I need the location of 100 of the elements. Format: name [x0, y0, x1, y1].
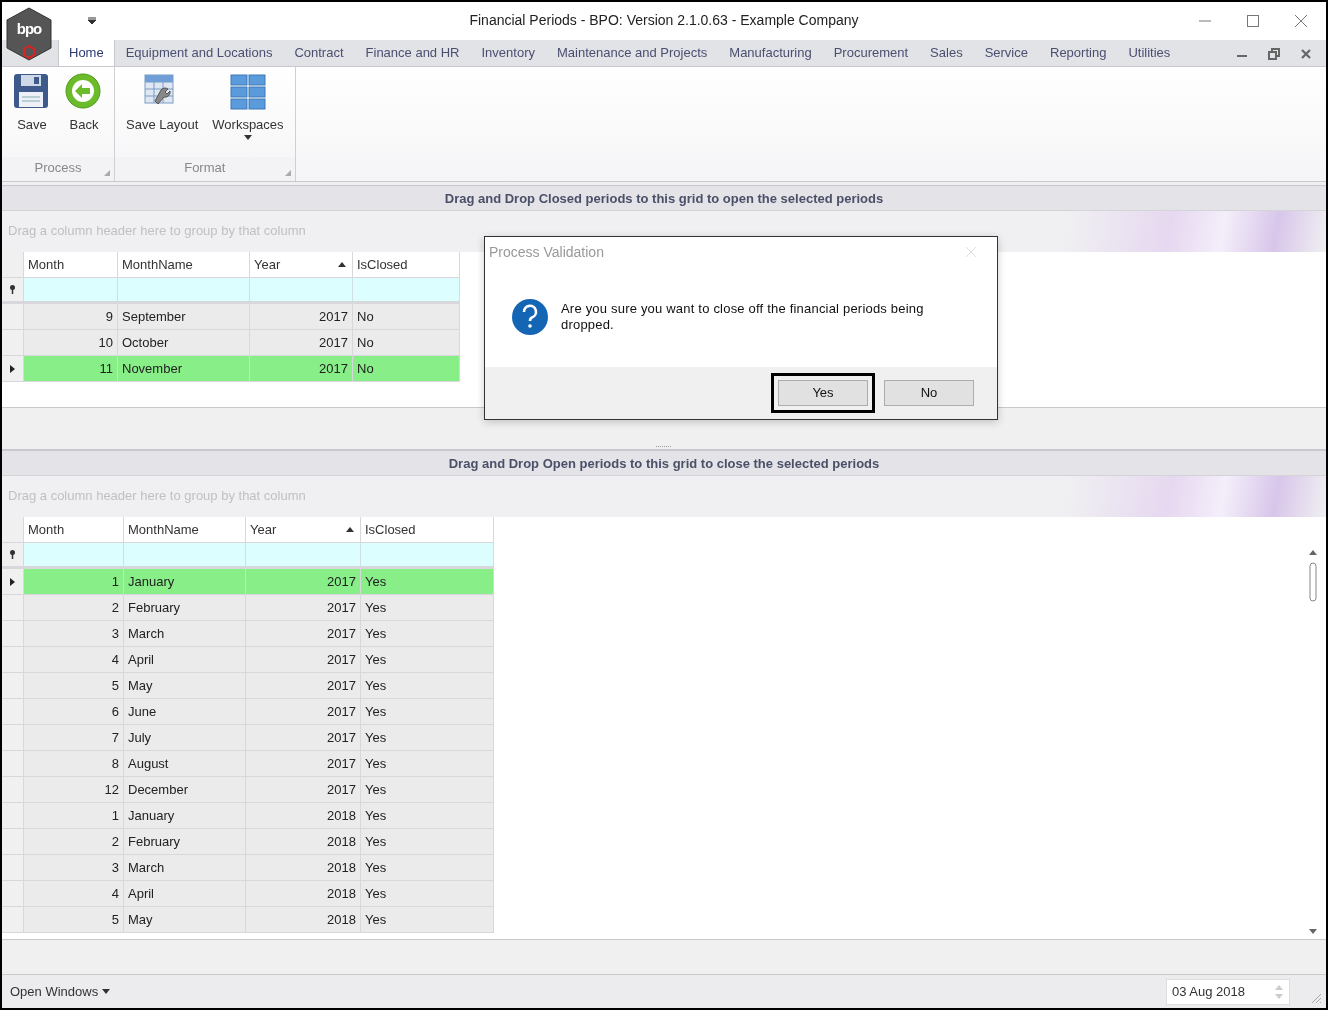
table-cell: Yes — [361, 907, 494, 933]
table-cell: 2017 — [246, 569, 361, 595]
launcher-icon[interactable] — [284, 170, 291, 176]
table-cell: 4 — [24, 647, 124, 673]
filter-cell[interactable] — [353, 278, 460, 304]
splitter-grip-icon[interactable] — [656, 444, 672, 448]
ribbon-tab[interactable]: Sales — [919, 38, 974, 66]
table-cell: 2017 — [246, 699, 361, 725]
table-cell: 8 — [24, 751, 124, 777]
launcher-icon[interactable] — [104, 170, 110, 176]
ribbon-button[interactable]: Save Layout — [121, 73, 204, 157]
table-cell: 2017 — [250, 304, 353, 330]
question-mark-icon — [511, 298, 549, 336]
caret-icon[interactable] — [87, 17, 97, 25]
table-cell: 2018 — [246, 855, 361, 881]
filter-cell[interactable] — [24, 543, 124, 569]
table-cell: 2017 — [246, 647, 361, 673]
table-cell: August — [124, 751, 246, 777]
table-cell: 2017 — [246, 777, 361, 803]
ribbon-button[interactable]: Workspaces — [207, 73, 289, 157]
table-cell: May — [124, 673, 246, 699]
table-cell: 2017 — [246, 751, 361, 777]
table-cell: 2018 — [246, 829, 361, 855]
table-cell: 2017 — [250, 356, 353, 382]
ribbon-tab[interactable]: Manufacturing — [718, 38, 823, 66]
column-header[interactable]: MonthName — [124, 517, 246, 543]
ribbon-tab[interactable]: Inventory — [470, 38, 546, 66]
column-header[interactable]: Year — [250, 252, 353, 278]
column-header[interactable]: Month — [24, 252, 118, 278]
table-cell: 7 — [24, 725, 124, 751]
window-title: Financial Periods - BPO: Version 2.1.0.63 - Example Company — [469, 12, 859, 28]
table-cell: Yes — [361, 881, 494, 907]
resize-grip-icon — [1310, 992, 1322, 1004]
column-header[interactable]: Month — [24, 517, 124, 543]
column-header[interactable]: IsClosed — [353, 252, 460, 278]
table-cell: 10 — [24, 330, 118, 356]
ribbon-tab[interactable]: Equipment and Locations — [114, 38, 284, 66]
triangle-right-icon — [10, 577, 15, 586]
table-cell: 2017 — [246, 673, 361, 699]
table-cell: 2018 — [246, 803, 361, 829]
filter-cell[interactable] — [250, 278, 353, 304]
ribbon-tab[interactable]: Contract — [283, 38, 355, 66]
ribbon-tab[interactable]: Service — [973, 38, 1039, 66]
column-header[interactable]: Year — [246, 517, 361, 543]
dialog-button[interactable]: Yes — [778, 380, 868, 406]
filter-cell[interactable] — [24, 278, 118, 304]
filter-cell[interactable] — [361, 543, 494, 569]
open-windows-menu[interactable]: Open Windows — [10, 981, 111, 1002]
restore-icon[interactable] — [1268, 48, 1280, 60]
dialog-message: Are you sure you want to close off the financial periods being dropped. — [561, 301, 925, 333]
filter-pin-icon — [9, 285, 16, 294]
table-cell: March — [124, 621, 246, 647]
maximize-icon[interactable] — [1246, 14, 1260, 28]
table-cell: 2017 — [246, 595, 361, 621]
table-cell: Yes — [361, 621, 494, 647]
table-cell: December — [124, 777, 246, 803]
filter-cell[interactable] — [246, 543, 361, 569]
table-cell: Yes — [361, 595, 494, 621]
column-header[interactable]: MonthName — [118, 252, 250, 278]
ribbon-button[interactable]: Save — [8, 73, 56, 157]
dialog-title: Process Validation — [489, 242, 604, 262]
ribbon-tab[interactable]: Utilities — [1117, 38, 1182, 66]
dialog-button[interactable]: No — [884, 380, 974, 406]
date-field[interactable]: 03 Aug 2018 — [1166, 978, 1290, 1005]
table-cell: Yes — [361, 725, 494, 751]
table-cell: No — [353, 330, 460, 356]
table-cell: February — [124, 595, 246, 621]
table-cell: 12 — [24, 777, 124, 803]
table-cell: 2 — [24, 829, 124, 855]
filter-cell[interactable] — [118, 278, 250, 304]
table-cell: Yes — [361, 673, 494, 699]
column-header[interactable]: IsClosed — [361, 517, 494, 543]
table-cell: June — [124, 699, 246, 725]
filter-cell[interactable] — [124, 543, 246, 569]
table-cell: Yes — [361, 647, 494, 673]
table-cell: No — [353, 356, 460, 382]
ribbon-tab[interactable]: Procurement — [822, 38, 920, 66]
ribbon-tab[interactable]: Maintenance and Projects — [546, 38, 719, 66]
close-icon[interactable] — [1294, 14, 1308, 28]
close-icon[interactable] — [1300, 48, 1312, 60]
row-indicator[interactable] — [2, 356, 24, 382]
arrow-left-icon — [65, 73, 103, 111]
table-cell: Yes — [361, 829, 494, 855]
table-cell: February — [124, 829, 246, 855]
ribbon-button[interactable]: Back — [60, 73, 108, 157]
ribbon-tab[interactable]: Home — [58, 38, 115, 66]
ribbon-tab[interactable]: Finance and HR — [354, 38, 471, 66]
table-cell: 5 — [24, 673, 124, 699]
table-cell: 3 — [24, 621, 124, 647]
spin-arrows-icon[interactable] — [1275, 983, 1283, 1000]
table-cell: Yes — [361, 751, 494, 777]
table-cell: 2 — [24, 595, 124, 621]
table-cell: 11 — [24, 356, 118, 382]
grid-caption: Drag and Drop Closed periods to this grid to open the selected periods — [2, 185, 1326, 211]
table-cell: April — [124, 881, 246, 907]
table-cell: No — [353, 304, 460, 330]
table-cell: 5 — [24, 907, 124, 933]
row-indicator[interactable] — [2, 569, 24, 595]
ribbon-tab[interactable]: Reporting — [1039, 38, 1118, 66]
table-cell: November — [118, 356, 250, 382]
